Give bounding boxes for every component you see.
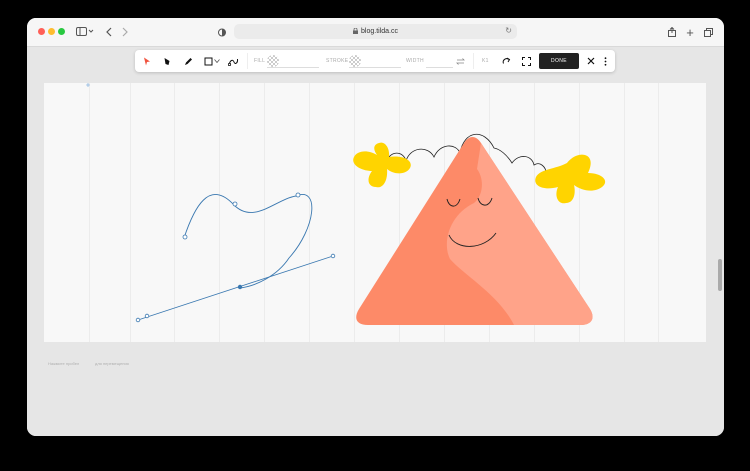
flower-right [535, 154, 606, 204]
fill-field-line [267, 67, 319, 68]
new-tab-icon[interactable]: + [685, 24, 695, 40]
redo-icon[interactable] [499, 54, 513, 68]
pencil-icon[interactable] [181, 54, 195, 68]
close-icon[interactable] [584, 54, 598, 68]
canvas-artwork [86, 83, 606, 325]
handle-point[interactable] [135, 317, 141, 323]
selected-anchor-point[interactable] [237, 284, 243, 290]
forward-icon[interactable] [120, 24, 130, 40]
more-icon[interactable] [598, 54, 612, 68]
close-window-button[interactable] [38, 28, 45, 35]
minimize-window-button[interactable] [48, 28, 55, 35]
anchor-point[interactable] [232, 201, 238, 207]
direct-select-icon[interactable] [160, 54, 174, 68]
bezier-path[interactable] [183, 194, 313, 289]
page-content: FILL STROKE WIDTH K1 DONE Нажмите пробел… [27, 47, 724, 436]
reload-icon[interactable]: ↻ [505, 26, 512, 35]
drawing-canvas[interactable] [44, 83, 706, 342]
vertical-scrollbar[interactable] [718, 259, 722, 291]
canvas-corner-marker [86, 83, 90, 87]
width-input[interactable] [426, 67, 453, 68]
chevron-down-icon[interactable] [213, 54, 221, 68]
sidebar-icon[interactable] [74, 24, 96, 40]
swap-icon[interactable] [453, 54, 467, 68]
shortcut-label: K1 [482, 58, 489, 64]
fullscreen-icon[interactable] [519, 54, 533, 68]
footer-hint-left: Нажмите пробел [48, 361, 80, 366]
anchor-point[interactable] [144, 313, 150, 319]
done-button[interactable]: DONE [539, 53, 579, 69]
tabs-icon[interactable] [703, 24, 713, 40]
anchor-point[interactable] [182, 234, 188, 240]
select-arrow-icon[interactable] [140, 54, 154, 68]
footer-hint-right: для перемещения [95, 361, 129, 366]
editor-toolbar: FILL STROKE WIDTH K1 DONE [135, 50, 615, 72]
stroke-field-line [349, 67, 401, 68]
width-label: WIDTH [406, 58, 424, 64]
fill-label: FILL [254, 58, 266, 64]
browser-window: blog.tilda.cc ↻ + FILL STROKE WIDTH K1 D… [27, 18, 724, 436]
anchor-point[interactable] [295, 192, 301, 198]
zoom-window-button[interactable] [58, 28, 65, 35]
toolbar-divider [247, 53, 248, 69]
handle-point[interactable] [330, 253, 336, 259]
share-icon[interactable] [667, 24, 677, 40]
flower-left [353, 142, 411, 188]
lock-icon [353, 27, 359, 36]
stroke-label: STROKE [326, 58, 349, 64]
title-bar: blog.tilda.cc ↻ + [27, 18, 724, 47]
address-bar[interactable]: blog.tilda.cc ↻ [234, 24, 517, 39]
url-text: blog.tilda.cc [361, 28, 398, 35]
fill-swatch[interactable] [267, 55, 279, 67]
path-icon[interactable] [226, 54, 240, 68]
shield-icon[interactable] [217, 24, 227, 40]
toolbar-divider-2 [473, 53, 474, 69]
bezier-handle-line[interactable] [137, 255, 334, 321]
back-icon[interactable] [104, 24, 114, 40]
stroke-swatch[interactable] [349, 55, 361, 67]
